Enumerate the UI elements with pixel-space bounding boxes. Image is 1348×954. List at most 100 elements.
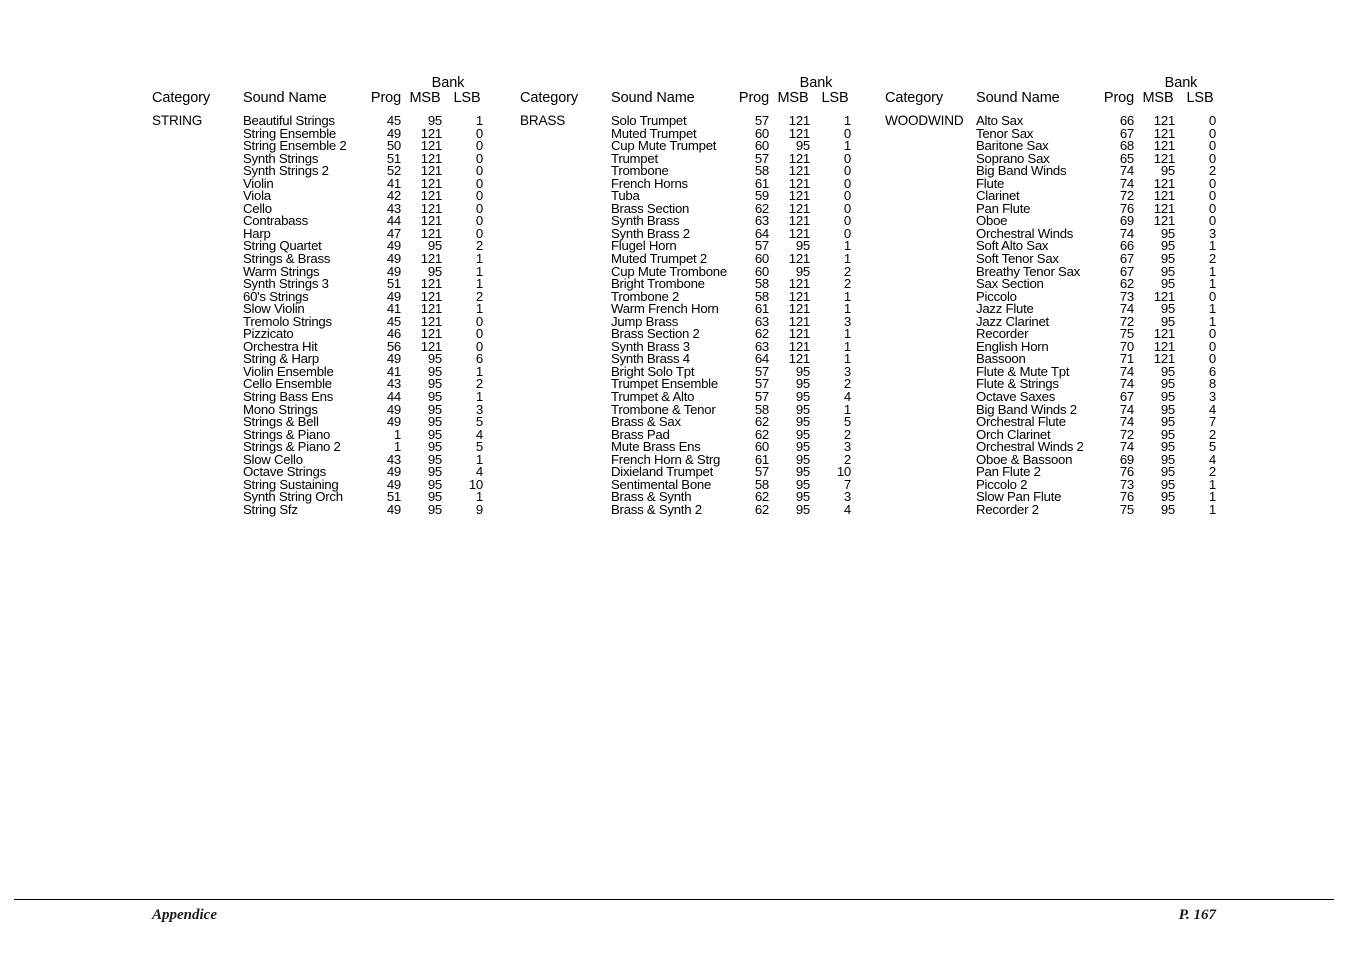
table-row: Tenor Sax 67 121 0 bbox=[885, 127, 1232, 141]
table-row: Recorder 2 75 95 1 bbox=[885, 501, 1232, 517]
table-row: Synth Brass 4 64 121 1 bbox=[520, 352, 885, 366]
table-row: Synth Strings 2 52 121 0 bbox=[152, 164, 520, 178]
table-row: Orchestral Winds 74 95 3 bbox=[885, 227, 1232, 241]
sound-name-cell: Recorder 2 bbox=[976, 501, 1039, 517]
table-row: Cello 43 121 0 bbox=[152, 202, 520, 216]
footer-section-label: Appendice bbox=[152, 907, 217, 923]
table-row: WOODWIND Alto Sax 66 121 0 bbox=[885, 113, 1232, 128]
table-row: Contrabass 44 121 0 bbox=[152, 214, 520, 228]
msb-cell: 95 bbox=[1160, 501, 1175, 517]
table-row: Synth Strings 51 121 0 bbox=[152, 152, 520, 166]
table-row: Pizzicato 46 121 0 bbox=[152, 327, 520, 341]
table-row: Sentimental Bone 58 95 7 bbox=[520, 478, 885, 492]
table-row: Synth String Orch 51 95 1 bbox=[152, 490, 520, 504]
header-prog: Prog bbox=[1103, 90, 1135, 106]
table-row: Synth Brass 2 64 121 0 bbox=[520, 227, 885, 241]
sound-group-string: Bank Category Sound Name Prog MSB LSB ST… bbox=[152, 76, 520, 517]
header-lsb: LSB bbox=[453, 90, 481, 106]
table-row: Viola 42 121 0 bbox=[152, 189, 520, 203]
table-row: Clarinet 72 121 0 bbox=[885, 189, 1232, 203]
table-row: Synth Strings 3 51 121 1 bbox=[152, 277, 520, 291]
table-row: French Horns 61 121 0 bbox=[520, 177, 885, 191]
category-label: BRASS bbox=[520, 113, 566, 128]
table-row: Orchestra Hit 56 121 0 bbox=[152, 340, 520, 354]
table-row: Trombone & Tenor 58 95 1 bbox=[520, 403, 885, 417]
table-row: Piccolo 73 121 0 bbox=[885, 290, 1232, 304]
table-row: Warm Strings 49 95 1 bbox=[152, 265, 520, 279]
header-lsb: LSB bbox=[821, 90, 849, 106]
table-row: Tremolo Strings 45 121 0 bbox=[152, 315, 520, 329]
table-row: Flute 74 121 0 bbox=[885, 177, 1232, 191]
lsb-cell: 9 bbox=[475, 501, 483, 517]
header-category: Category bbox=[152, 90, 211, 106]
table-row: Sax Section 62 95 1 bbox=[885, 277, 1232, 291]
category-label: WOODWIND bbox=[885, 113, 964, 128]
table-row: Mono Strings 49 95 3 bbox=[152, 403, 520, 417]
table-row: Breathy Tenor Sax 67 95 1 bbox=[885, 265, 1232, 279]
table-header-brass: Bank Category Sound Name Prog MSB LSB bbox=[520, 76, 885, 110]
table-row: Brass & Synth 2 62 95 4 bbox=[520, 501, 885, 517]
header-prog: Prog bbox=[370, 90, 402, 106]
lsb-cell: 4 bbox=[843, 501, 851, 517]
sound-name-cell: String Sfz bbox=[243, 501, 298, 517]
category-label: STRING bbox=[152, 113, 203, 128]
table-row: Brass & Sax 62 95 5 bbox=[520, 415, 885, 429]
prog-cell: 49 bbox=[386, 501, 401, 517]
table-row: English Horn 70 121 0 bbox=[885, 340, 1232, 354]
header-msb: MSB bbox=[409, 90, 441, 106]
header-sound-name: Sound Name bbox=[243, 90, 327, 106]
table-row: STRING Beautiful Strings 45 95 1 bbox=[152, 113, 520, 128]
sound-name-cell: Brass & Synth 2 bbox=[611, 501, 702, 517]
header-sound-name: Sound Name bbox=[976, 90, 1060, 106]
bank-header-label: Bank bbox=[1164, 75, 1198, 91]
table-row: Brass & Synth 62 95 3 bbox=[520, 490, 885, 504]
table-row: Flute & Strings 74 95 8 bbox=[885, 377, 1232, 391]
table-row: String Bass Ens 44 95 1 bbox=[152, 390, 520, 404]
footer-divider bbox=[14, 899, 1334, 900]
table-row: Harp 47 121 0 bbox=[152, 227, 520, 241]
table-row: Pan Flute 76 121 0 bbox=[885, 202, 1232, 216]
table-row: Warm French Horn 61 121 1 bbox=[520, 302, 885, 316]
sound-group-woodwind: Bank Category Sound Name Prog MSB LSB WO… bbox=[885, 76, 1232, 517]
table-row: Violin 41 121 0 bbox=[152, 177, 520, 191]
msb-cell: 95 bbox=[427, 501, 442, 517]
table-row: Slow Violin 41 121 1 bbox=[152, 302, 520, 316]
prog-cell: 75 bbox=[1119, 501, 1134, 517]
table-row: Slow Cello 43 95 1 bbox=[152, 453, 520, 467]
table-row: Strings & Brass 49 121 1 bbox=[152, 252, 520, 266]
table-row: Trombone 58 121 0 bbox=[520, 164, 885, 178]
table-row: Tuba 59 121 0 bbox=[520, 189, 885, 203]
table-header-woodwind: Bank Category Sound Name Prog MSB LSB bbox=[885, 76, 1232, 110]
table-row: Synth Brass 3 63 121 1 bbox=[520, 340, 885, 354]
lsb-cell: 1 bbox=[1208, 501, 1216, 517]
table-header-string: Bank Category Sound Name Prog MSB LSB bbox=[152, 76, 520, 110]
table-row: Big Band Winds 74 95 2 bbox=[885, 164, 1232, 178]
table-row: 60's Strings 49 121 2 bbox=[152, 290, 520, 304]
table-row: Pan Flute 2 76 95 2 bbox=[885, 465, 1232, 479]
header-lsb: LSB bbox=[1186, 90, 1214, 106]
header-category: Category bbox=[520, 90, 579, 106]
table-row: Cello Ensemble 43 95 2 bbox=[152, 377, 520, 391]
header-category: Category bbox=[885, 90, 944, 106]
sound-list-table: Bank Category Sound Name Prog MSB LSB ST… bbox=[152, 76, 1232, 517]
table-row: Trumpet 57 121 0 bbox=[520, 152, 885, 166]
table-row: Slow Pan Flute 76 95 1 bbox=[885, 490, 1232, 504]
header-msb: MSB bbox=[1142, 90, 1174, 106]
prog-cell: 62 bbox=[754, 501, 769, 517]
table-row: String Sfz 49 95 9 bbox=[152, 501, 520, 517]
table-row: Violin Ensemble 41 95 1 bbox=[152, 365, 520, 379]
table-row: Trumpet Ensemble 57 95 2 bbox=[520, 377, 885, 391]
table-row: Jump Brass 63 121 3 bbox=[520, 315, 885, 329]
msb-cell: 95 bbox=[795, 501, 810, 517]
table-row: String Quartet 49 95 2 bbox=[152, 239, 520, 253]
sound-rows-string: STRING Beautiful Strings 45 95 1 String Ensem… bbox=[152, 113, 520, 517]
table-row: Brass Section 2 62 121 1 bbox=[520, 327, 885, 341]
table-row: Brass Pad 62 95 2 bbox=[520, 428, 885, 442]
bank-header-label: Bank bbox=[431, 75, 465, 91]
sound-rows-woodwind: WOODWIND Alto Sax 66 121 0 Tenor Sax 67 121 0 Bar… bbox=[885, 113, 1232, 517]
table-row: String Ensemble 2 50 121 0 bbox=[152, 139, 520, 153]
footer-page-number: P. 167 bbox=[1178, 907, 1216, 923]
table-row: BRASS Solo Trumpet 57 121 1 bbox=[520, 113, 885, 128]
bank-header-label: Bank bbox=[799, 75, 833, 91]
table-row: Strings & Piano 2 1 95 5 bbox=[152, 440, 520, 454]
